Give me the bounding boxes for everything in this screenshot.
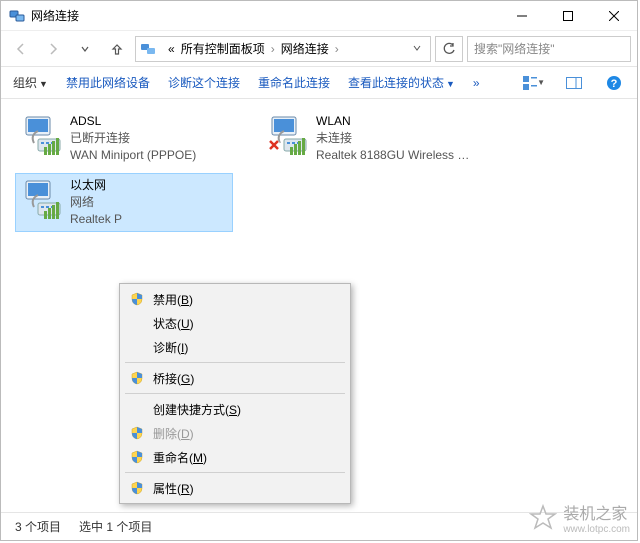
organize-menu[interactable]: 组织▼ bbox=[13, 74, 48, 91]
connection-icon bbox=[266, 113, 308, 155]
connection-status: 已断开连接 bbox=[70, 130, 196, 147]
refresh-button[interactable] bbox=[435, 36, 463, 62]
menu-item[interactable]: 禁用(B) bbox=[123, 287, 347, 311]
connection-item[interactable]: 以太网 网络 Realtek P bbox=[15, 173, 233, 231]
context-menu: 禁用(B) 状态(U) 诊断(I) 桥接(G) 创建快捷方式(S) 删除(D) 重命名(M)… bbox=[119, 283, 351, 504]
menu-item[interactable]: 桥接(G) bbox=[123, 366, 347, 390]
item-count: 3 个项目 bbox=[15, 518, 61, 535]
watermark: 装机之家 www.lotpc.com bbox=[529, 500, 630, 535]
svg-text:?: ? bbox=[611, 78, 618, 90]
menu-item: 删除(D) bbox=[123, 421, 347, 445]
diagnose-button[interactable]: 诊断这个连接 bbox=[168, 74, 240, 91]
recent-dropdown[interactable] bbox=[71, 35, 99, 63]
breadcrumb-item[interactable]: 网络连接 bbox=[281, 40, 329, 57]
menu-separator bbox=[125, 393, 345, 394]
connection-name: WLAN bbox=[316, 113, 474, 130]
menu-item-label: 属性(R) bbox=[153, 480, 194, 497]
location-icon bbox=[140, 41, 156, 57]
connections-list: ADSL 已断开连接 WAN Miniport (PPPOE) WLAN 未连接… bbox=[15, 109, 623, 232]
menu-item-label: 桥接(G) bbox=[153, 370, 194, 387]
connection-item[interactable]: ADSL 已断开连接 WAN Miniport (PPPOE) bbox=[15, 109, 233, 167]
connection-device: Realtek P bbox=[70, 211, 122, 228]
watermark-text: 装机之家 bbox=[563, 506, 627, 523]
network-connections-icon bbox=[9, 8, 25, 24]
menu-item-label: 状态(U) bbox=[153, 315, 194, 332]
preview-pane-button[interactable] bbox=[563, 72, 585, 94]
menu-item[interactable]: 状态(U) bbox=[123, 311, 347, 335]
menu-item[interactable]: 诊断(I) bbox=[123, 335, 347, 359]
menu-item-label: 禁用(B) bbox=[153, 291, 193, 308]
breadcrumb-sep: › bbox=[271, 42, 275, 56]
connection-status: 网络 bbox=[70, 194, 122, 211]
menu-item-label: 诊断(I) bbox=[153, 339, 188, 356]
navbar: « 所有控制面板项 › 网络连接 › 搜索"网络连接" bbox=[1, 31, 637, 67]
rename-button[interactable]: 重命名此连接 bbox=[258, 74, 330, 91]
uac-shield-icon bbox=[130, 450, 144, 464]
breadcrumb-prefix[interactable]: « bbox=[168, 42, 175, 56]
selected-count: 选中 1 个项目 bbox=[79, 518, 152, 535]
connection-device: WAN Miniport (PPPOE) bbox=[70, 147, 196, 164]
titlebar: 网络连接 bbox=[1, 1, 637, 31]
up-button[interactable] bbox=[103, 35, 131, 63]
window: 网络连接 « 所有控制面板项 › 网络连接 › 搜索"网络连接" 组织▼ 禁用此… bbox=[0, 0, 638, 541]
address-bar[interactable]: « 所有控制面板项 › 网络连接 › bbox=[135, 36, 431, 62]
address-dropdown[interactable] bbox=[408, 42, 426, 56]
connection-status: 未连接 bbox=[316, 130, 474, 147]
view-options-button[interactable]: ▼ bbox=[523, 72, 545, 94]
star-icon bbox=[529, 504, 557, 532]
uac-shield-icon bbox=[130, 426, 144, 440]
menu-item[interactable]: 属性(R) bbox=[123, 476, 347, 500]
search-input[interactable]: 搜索"网络连接" bbox=[467, 36, 631, 62]
menu-item-label: 重命名(M) bbox=[153, 449, 207, 466]
disable-device-button[interactable]: 禁用此网络设备 bbox=[66, 74, 150, 91]
breadcrumb-sep: › bbox=[335, 42, 339, 56]
minimize-button[interactable] bbox=[499, 1, 545, 31]
connection-icon bbox=[20, 113, 62, 155]
menu-item-label: 创建快捷方式(S) bbox=[153, 401, 241, 418]
connection-name: ADSL bbox=[70, 113, 196, 130]
menu-item[interactable]: 重命名(M) bbox=[123, 445, 347, 469]
menu-item-label: 删除(D) bbox=[153, 425, 194, 442]
window-title: 网络连接 bbox=[31, 7, 499, 24]
overflow-button[interactable]: » bbox=[473, 76, 480, 90]
breadcrumb-item[interactable]: 所有控制面板项 bbox=[181, 40, 265, 57]
uac-shield-icon bbox=[130, 292, 144, 306]
maximize-button[interactable] bbox=[545, 1, 591, 31]
menu-separator bbox=[125, 362, 345, 363]
uac-shield-icon bbox=[130, 481, 144, 495]
connection-name: 以太网 bbox=[70, 177, 122, 194]
uac-shield-icon bbox=[130, 371, 144, 385]
content-area: ADSL 已断开连接 WAN Miniport (PPPOE) WLAN 未连接… bbox=[1, 99, 637, 499]
connection-device: Realtek 8188GU Wireless LAN bbox=[316, 147, 474, 164]
connection-icon bbox=[20, 177, 62, 219]
menu-separator bbox=[125, 472, 345, 473]
back-button[interactable] bbox=[7, 35, 35, 63]
menu-item[interactable]: 创建快捷方式(S) bbox=[123, 397, 347, 421]
connection-item[interactable]: WLAN 未连接 Realtek 8188GU Wireless LAN bbox=[261, 109, 479, 167]
forward-button[interactable] bbox=[39, 35, 67, 63]
close-button[interactable] bbox=[591, 1, 637, 31]
help-button[interactable]: ? bbox=[603, 72, 625, 94]
view-status-button[interactable]: 查看此连接的状态▼ bbox=[348, 74, 455, 91]
watermark-url: www.lotpc.com bbox=[563, 524, 630, 535]
search-placeholder: 搜索"网络连接" bbox=[474, 40, 555, 57]
toolbar: 组织▼ 禁用此网络设备 诊断这个连接 重命名此连接 查看此连接的状态▼ » ▼ … bbox=[1, 67, 637, 99]
